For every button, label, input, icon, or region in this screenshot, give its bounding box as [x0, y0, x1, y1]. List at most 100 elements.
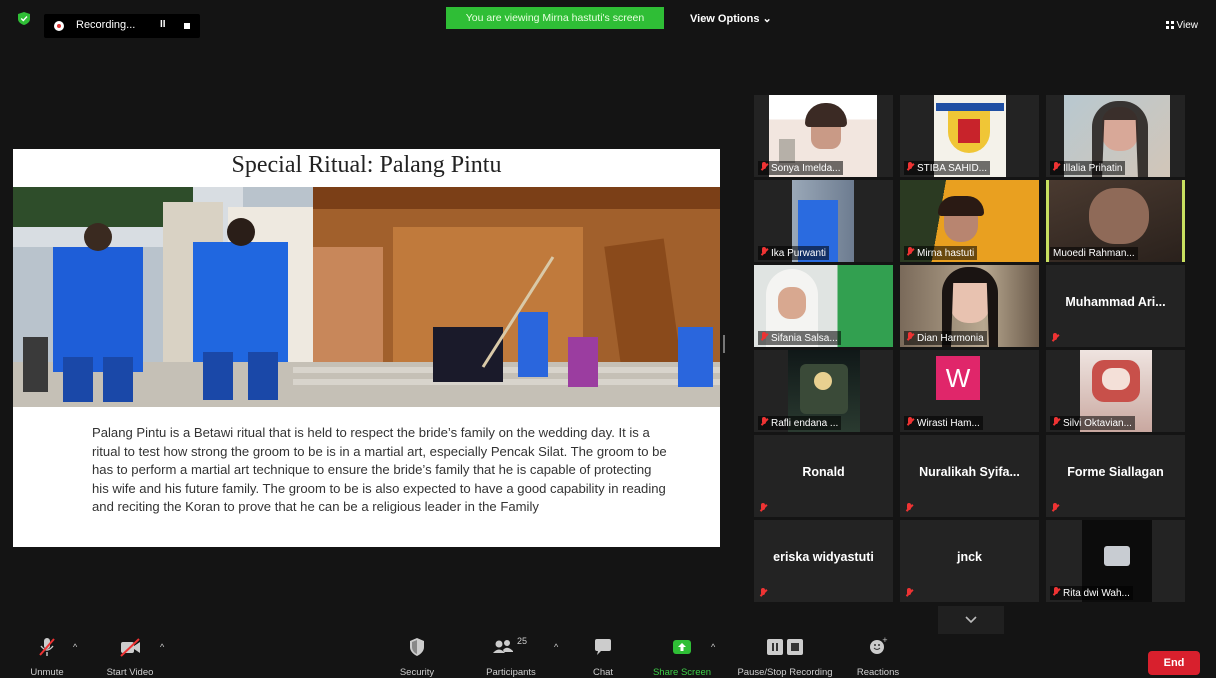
pause-stop-icons [765, 636, 805, 658]
share-screen-label: Share Screen [652, 667, 712, 678]
participant-name-text: Rafli endana ... [771, 418, 839, 429]
participant-display-name: eriska widyastuti [773, 550, 874, 564]
participant-tile[interactable]: Silvi Oktavian... [1046, 350, 1185, 432]
muted-mic-icon [760, 503, 767, 513]
record-icon [54, 21, 64, 31]
participant-name: Rafli endana ... [758, 416, 842, 430]
stop-recording-icon[interactable] [184, 23, 190, 29]
smiley-icon: + [868, 636, 888, 658]
participant-tile[interactable]: Ika Purwanti [754, 180, 893, 262]
participant-name-text: Muoedi Rahman... [1053, 248, 1135, 259]
participant-name-text: Silvi Oktavian... [1063, 418, 1132, 429]
participant-tile[interactable]: Mirna hastuti [900, 180, 1039, 262]
participant-name-text: Wirasti Ham... [917, 418, 980, 429]
recording-indicator: Recording... II [44, 14, 200, 38]
video-off-icon [118, 636, 142, 658]
audio-options-caret[interactable]: ^ [73, 642, 77, 652]
muted-mic-icon [1053, 417, 1060, 427]
participant-display-name: Ronald [802, 465, 845, 479]
chat-button[interactable]: Chat [580, 636, 626, 678]
participant-display-name: Forme Siallagan [1067, 465, 1164, 479]
chat-bubble-icon [593, 636, 613, 658]
share-screen-icon [671, 636, 693, 658]
unmute-button[interactable]: Unmute [22, 636, 72, 678]
participants-button[interactable]: 25 Participants [480, 636, 542, 678]
participant-name-text: Illalia Prihatin [1063, 163, 1123, 174]
participant-display-name: jnck [956, 550, 982, 564]
view-options-button[interactable]: View Options ⌄ [690, 12, 772, 25]
slide-body-text: Palang Pintu is a Betawi ritual that is … [92, 425, 667, 515]
shield-icon [408, 636, 426, 658]
participant-name: Dian Harmonia [904, 331, 987, 345]
reactions-label: Reactions [856, 667, 900, 678]
participants-icon: 25 [491, 636, 531, 658]
meeting-toolbar: Unmute ^ Start Video ^ Security 25 Parti… [0, 636, 1216, 678]
participant-tile[interactable]: Sifania Salsa... [754, 265, 893, 347]
participant-tile[interactable]: Muhammad Ari... [1046, 265, 1185, 347]
end-meeting-button[interactable]: End [1148, 651, 1200, 675]
muted-mic-icon [1053, 162, 1060, 172]
reactions-button[interactable]: + Reactions [852, 636, 904, 678]
participant-display-name: Nuralikah Syifa... [919, 465, 1020, 479]
participant-tile[interactable]: Dian Harmonia [900, 265, 1039, 347]
muted-mic-icon [906, 503, 913, 513]
participant-tile[interactable]: Illalia Prihatin [1046, 95, 1185, 177]
participant-tile[interactable]: eriska widyastuti [754, 520, 893, 602]
pause-recording-icon[interactable]: II [160, 19, 166, 30]
muted-mic-icon [907, 162, 914, 172]
participant-tile[interactable]: W Wirasti Ham... [900, 350, 1039, 432]
pause-stop-recording-label: Pause/Stop Recording [737, 667, 833, 678]
participant-tile[interactable]: Forme Siallagan [1046, 435, 1185, 517]
participant-name-text: Mirna hastuti [917, 248, 975, 259]
muted-mic-icon [906, 588, 913, 598]
participants-options-caret[interactable]: ^ [554, 642, 558, 652]
participant-tile[interactable]: jnck [900, 520, 1039, 602]
video-options-caret[interactable]: ^ [160, 642, 164, 652]
participant-avatar: W [936, 356, 980, 400]
participant-name-text: Rita dwi Wah... [1063, 588, 1130, 599]
participant-tile[interactable]: STIBA SAHID... [900, 95, 1039, 177]
chevron-down-icon [965, 616, 977, 624]
meeting-topbar: Recording... II You are viewing Mirna ha… [0, 0, 1216, 38]
muted-mic-icon [907, 417, 914, 427]
shared-screen-slide: Special Ritual: Palang Pintu Palang Pint… [13, 149, 720, 547]
split-view-handle[interactable] [723, 335, 725, 353]
view-label: View [1176, 20, 1199, 31]
viewing-screen-banner: You are viewing Mirna hastuti's screen [446, 7, 664, 29]
start-video-button[interactable]: Start Video [100, 636, 160, 678]
security-button[interactable]: Security [392, 636, 442, 678]
participant-name-text: STIBA SAHID... [917, 163, 988, 174]
muted-mic-icon [761, 417, 768, 427]
shield-check-icon[interactable] [18, 12, 30, 25]
participant-tile-active-speaker[interactable]: Muoedi Rahman... [1046, 180, 1185, 262]
gallery-next-page-button[interactable] [938, 606, 1004, 634]
participant-name: Wirasti Ham... [904, 416, 983, 430]
participant-name-text: Sifania Salsa... [771, 333, 838, 344]
participant-tile[interactable]: Nuralikah Syifa... [900, 435, 1039, 517]
muted-microphone-icon [37, 636, 57, 658]
participant-name: Sonya Imelda... [758, 161, 844, 175]
muted-mic-icon [761, 162, 768, 172]
participant-name: STIBA SAHID... [904, 161, 991, 175]
participant-name: Muoedi Rahman... [1050, 247, 1138, 260]
muted-mic-icon [907, 247, 914, 257]
ritual-photo [13, 187, 720, 407]
participant-name: Sifania Salsa... [758, 331, 841, 345]
muted-mic-icon [1052, 333, 1059, 343]
participant-tile[interactable]: Rafli endana ... [754, 350, 893, 432]
participant-name: Rita dwi Wah... [1050, 586, 1133, 600]
muted-mic-icon [1052, 503, 1059, 513]
view-layout-button[interactable]: View [1165, 20, 1199, 31]
share-options-caret[interactable]: ^ [711, 642, 715, 652]
participants-count: 25 [517, 636, 528, 646]
muted-mic-icon [761, 332, 768, 342]
participant-name: Illalia Prihatin [1050, 161, 1126, 175]
participant-tile[interactable]: Rita dwi Wah... [1046, 520, 1185, 602]
participant-tile[interactable]: Sonya Imelda... [754, 95, 893, 177]
unmute-label: Unmute [30, 667, 64, 678]
share-screen-button[interactable]: Share Screen [648, 636, 716, 678]
participant-tile[interactable]: Ronald [754, 435, 893, 517]
participant-display-name: Muhammad Ari... [1065, 295, 1166, 309]
pause-stop-recording-button[interactable]: Pause/Stop Recording [730, 636, 840, 678]
participant-name-text: Ika Purwanti [771, 248, 827, 259]
